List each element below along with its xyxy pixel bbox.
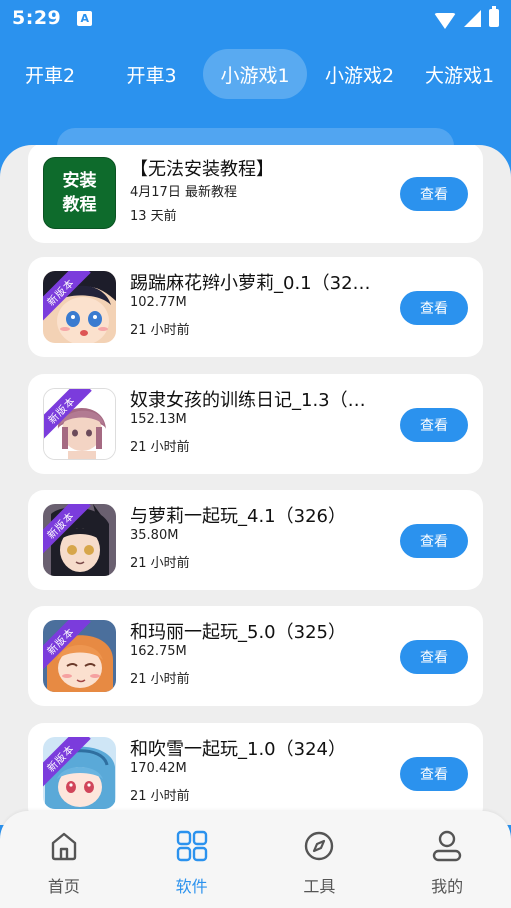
view-button[interactable]: 查看	[400, 757, 468, 791]
user-icon	[432, 830, 462, 862]
item-size: 162.75M	[130, 644, 187, 659]
signal-icon	[464, 9, 481, 27]
nav-software[interactable]: 软件	[128, 811, 256, 908]
list-item[interactable]: 新版本 踢踹麻花辫小萝莉_0.1（32… 102.77M 21 小时前 查看	[28, 257, 483, 357]
item-title: 【无法安装教程】	[130, 159, 274, 180]
nav-tools[interactable]: 工具	[256, 811, 384, 908]
nav-label-software: 软件	[175, 877, 208, 896]
app-list-panel: 安装 教程 【无法安装教程】 4月17日 最新教程 13 天前 查看 新版本 踢…	[0, 145, 511, 825]
view-button[interactable]: 查看	[400, 291, 468, 325]
nav-label-tools: 工具	[303, 877, 336, 896]
view-button[interactable]: 查看	[400, 524, 468, 558]
view-button[interactable]: 查看	[400, 408, 468, 442]
tab-mini-game-2[interactable]: 小游戏2	[307, 49, 412, 99]
item-size: 152.13M	[130, 412, 187, 427]
game-avatar-icon: 新版本	[43, 504, 116, 576]
game-avatar-icon: 新版本	[43, 388, 116, 460]
item-time: 13 天前	[130, 209, 177, 224]
list-item[interactable]: 新版本 奴隶女孩的训练日记_1.3（… 152.13M 21 小时前 查看	[28, 374, 483, 474]
wifi-icon	[434, 13, 456, 29]
game-avatar-icon: 新版本	[43, 271, 116, 343]
install-tutorial-icon: 安装 教程	[43, 157, 116, 229]
grid-icon	[176, 830, 207, 862]
install-icon-line2: 教程	[62, 195, 97, 215]
home-icon	[51, 832, 77, 861]
compass-icon	[305, 831, 334, 861]
status-bar: 5:29 A	[0, 0, 511, 36]
item-time: 21 小时前	[130, 440, 190, 455]
list-item[interactable]: 新版本 和吹雪一起玩_1.0（324） 170.42M 21 小时前 查看	[28, 723, 483, 823]
nav-home[interactable]: 首页	[0, 811, 128, 908]
item-title: 与萝莉一起玩_4.1（326）	[130, 506, 346, 527]
item-time: 21 小时前	[130, 323, 190, 338]
tab-kaiche2[interactable]: 开車2	[0, 49, 100, 99]
nav-profile[interactable]: 我的	[383, 811, 511, 908]
install-icon-line1: 安装	[62, 171, 97, 191]
nav-label-profile: 我的	[431, 877, 464, 896]
list-item-install-tutorial[interactable]: 安装 教程 【无法安装教程】 4月17日 最新教程 13 天前 查看	[28, 145, 483, 243]
item-subtitle: 4月17日 最新教程	[130, 185, 237, 200]
item-size: 102.77M	[130, 295, 187, 310]
nav-label-home: 首页	[47, 877, 80, 896]
tab-big-game-1[interactable]: 大游戏1	[412, 49, 507, 99]
item-time: 21 小时前	[130, 556, 190, 571]
item-size: 170.42M	[130, 761, 187, 776]
item-size: 35.80M	[130, 528, 179, 543]
battery-icon	[489, 6, 499, 27]
item-title: 奴隶女孩的训练日记_1.3（…	[130, 390, 366, 411]
view-button[interactable]: 查看	[400, 640, 468, 674]
tab-mini-game-1[interactable]: 小游戏1	[203, 49, 307, 99]
item-title: 和玛丽一起玩_5.0（325）	[130, 622, 346, 643]
item-time: 21 小时前	[130, 672, 190, 687]
bottom-nav: 首页 软件 工具 我的	[0, 811, 511, 908]
notification-a-icon: A	[77, 10, 93, 26]
view-button[interactable]: 查看	[400, 177, 468, 211]
game-avatar-icon: 新版本	[43, 620, 116, 692]
list-item[interactable]: 新版本 与萝莉一起玩_4.1（326） 35.80M 21 小时前 查看	[28, 490, 483, 590]
list-item[interactable]: 新版本 和玛丽一起玩_5.0（325） 162.75M 21 小时前 查看	[28, 606, 483, 706]
tab-kaiche3[interactable]: 开車3	[100, 49, 203, 99]
item-title: 踢踹麻花辫小萝莉_0.1（32…	[130, 273, 371, 294]
item-time: 21 小时前	[130, 789, 190, 804]
category-tabs: 开車2 开車3 小游戏1 小游戏2 大游戏1	[0, 48, 511, 100]
status-time: 5:29	[12, 7, 62, 29]
status-icons	[434, 6, 499, 29]
game-avatar-icon: 新版本	[43, 737, 116, 809]
item-title: 和吹雪一起玩_1.0（324）	[130, 739, 346, 760]
